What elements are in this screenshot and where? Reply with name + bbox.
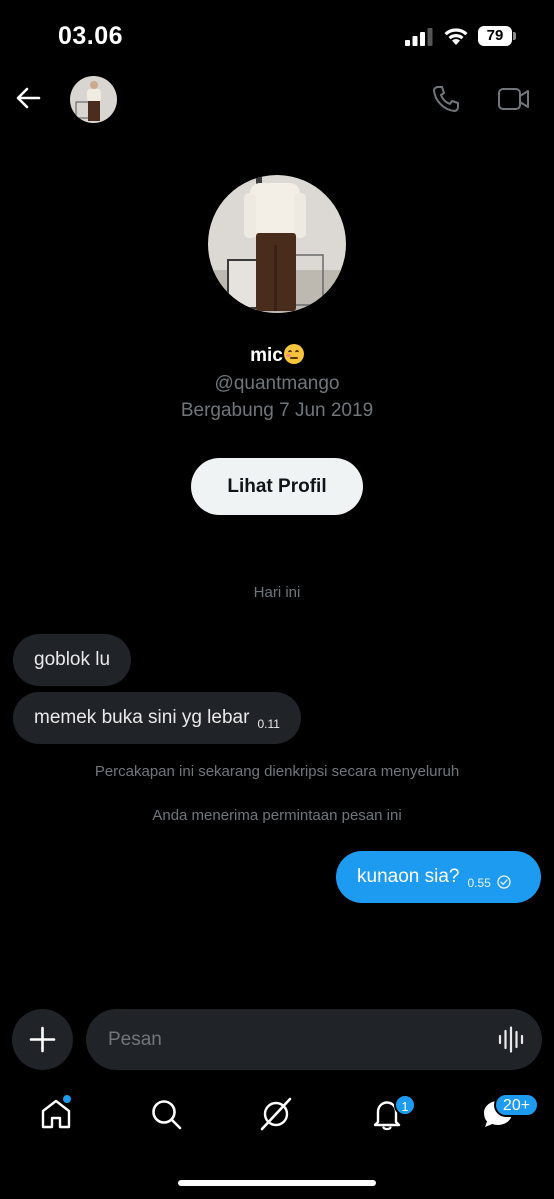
home-unread-dot	[62, 1094, 72, 1104]
status-bar: 03.06 79	[0, 0, 554, 74]
battery-level: 79	[478, 26, 512, 46]
message-text: kunaon sia?	[357, 866, 460, 887]
phone-call-icon[interactable]	[431, 84, 461, 114]
header-avatar[interactable]	[70, 76, 117, 123]
profile-joined-date: Bergabung 7 Jun 2019	[180, 400, 374, 421]
bottom-navigation	[0, 1088, 554, 1148]
request-accepted-note: Anda menerima permintaan pesan ini	[152, 807, 402, 824]
messages-badge: 20+	[494, 1093, 539, 1117]
add-media-button[interactable]	[12, 1009, 73, 1070]
incoming-message[interactable]: memek buka sini yg lebar 0.11	[13, 692, 301, 744]
message-text: goblok lu	[34, 649, 111, 670]
cellular-signal-icon	[405, 28, 433, 46]
plus-icon	[29, 1026, 56, 1053]
sent-check-icon	[497, 875, 511, 889]
encryption-note: Percakapan ini sekarang dienkripsi secar…	[94, 763, 460, 780]
search-icon[interactable]	[148, 1096, 184, 1132]
view-profile-button[interactable]: Lihat Profil	[191, 458, 363, 515]
profile-photo	[208, 175, 346, 313]
grok-icon[interactable]	[258, 1096, 294, 1132]
avatar-photo	[70, 76, 117, 123]
profile-name: mic	[0, 344, 554, 367]
woozy-face-emoji-icon	[283, 344, 304, 364]
wifi-icon	[444, 28, 468, 45]
profile-avatar[interactable]	[208, 175, 346, 313]
profile-name-text: mic	[250, 345, 283, 366]
message-text: memek buka sini yg lebar	[34, 707, 250, 728]
conversation-header	[0, 74, 554, 124]
message-time: 0.11	[257, 717, 280, 731]
message-composer	[86, 1009, 542, 1070]
outgoing-message[interactable]: kunaon sia? 0.55	[336, 851, 541, 903]
date-divider: Hari ini	[253, 584, 301, 601]
message-time: 0.55	[467, 876, 491, 890]
voice-message-icon[interactable]	[498, 1026, 524, 1053]
incoming-message[interactable]: goblok lu	[13, 634, 132, 686]
status-time: 03.06	[58, 22, 124, 50]
message-input[interactable]	[108, 1009, 488, 1070]
video-call-icon[interactable]	[497, 86, 531, 112]
home-indicator[interactable]	[178, 1180, 376, 1186]
profile-handle: @quantmango	[214, 373, 340, 394]
notifications-badge: 1	[394, 1094, 416, 1116]
back-arrow-icon[interactable]	[14, 84, 42, 112]
battery-icon: 79	[478, 26, 516, 46]
